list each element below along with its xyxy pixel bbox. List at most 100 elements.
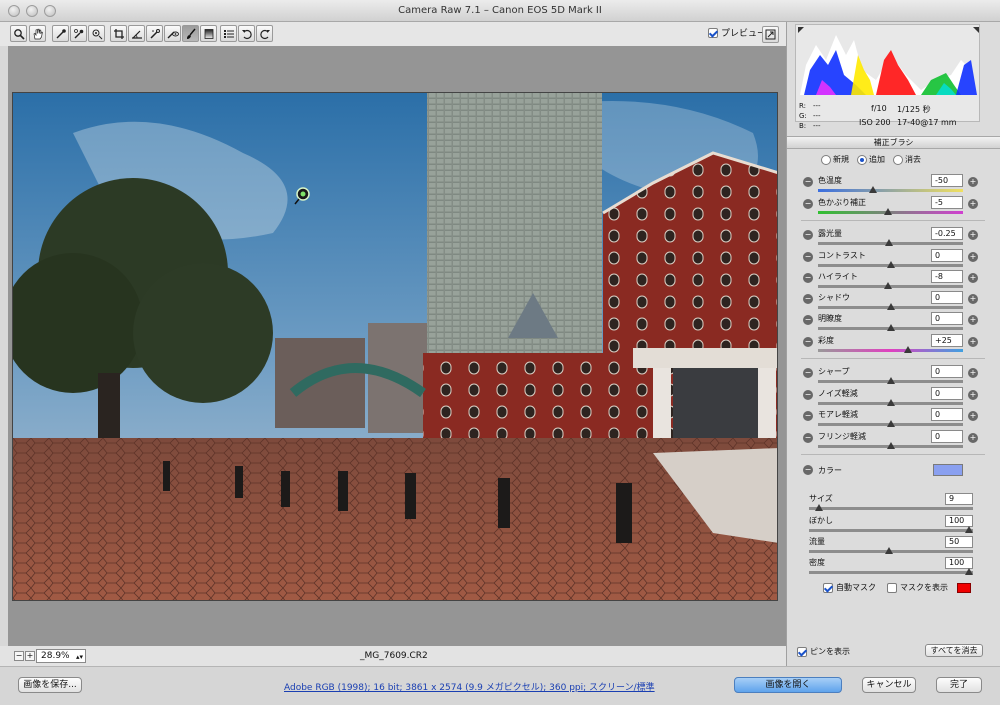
- save-image-button[interactable]: 画像を保存...: [18, 677, 82, 693]
- preferences-tool[interactable]: [220, 25, 237, 42]
- zoom-in-button[interactable]: +: [25, 651, 35, 661]
- close-window-icon[interactable]: [8, 5, 20, 17]
- slider-value-field[interactable]: 0: [931, 365, 963, 378]
- slider-minus-button[interactable]: −: [803, 337, 813, 347]
- slider-knob[interactable]: [883, 208, 892, 215]
- crop-tool[interactable]: [110, 25, 127, 42]
- adjustment-pin[interactable]: [296, 186, 308, 198]
- slider-minus-button[interactable]: −: [803, 273, 813, 283]
- slider-track[interactable]: [818, 349, 963, 352]
- brush-setting-track[interactable]: [809, 507, 973, 510]
- slider-value-field[interactable]: -8: [931, 270, 963, 283]
- slider-value-field[interactable]: +25: [931, 334, 963, 347]
- rotate-ccw-tool[interactable]: [238, 25, 255, 42]
- slider-value-field[interactable]: 0: [931, 387, 963, 400]
- target-adjust-tool[interactable]: [88, 25, 105, 42]
- rotate-cw-tool[interactable]: [256, 25, 273, 42]
- slider-knob[interactable]: [869, 186, 878, 193]
- slider-knob[interactable]: [883, 282, 892, 289]
- slider-minus-button[interactable]: −: [803, 252, 813, 262]
- brush-setting-value[interactable]: 50: [945, 536, 973, 548]
- slider-value-field[interactable]: 0: [931, 430, 963, 443]
- preview-checkbox[interactable]: [708, 27, 718, 38]
- slider-value-field[interactable]: 0: [931, 408, 963, 421]
- slider-plus-button[interactable]: +: [968, 230, 978, 240]
- slider-knob[interactable]: [886, 377, 895, 384]
- slider-plus-button[interactable]: +: [968, 390, 978, 400]
- color-minus-button[interactable]: −: [803, 465, 813, 475]
- radio-add[interactable]: [857, 154, 867, 165]
- slider-plus-button[interactable]: +: [968, 294, 978, 304]
- white-balance-tool[interactable]: [52, 25, 69, 42]
- photo-preview[interactable]: [12, 92, 778, 601]
- slider-minus-button[interactable]: −: [803, 368, 813, 378]
- cancel-button[interactable]: キャンセル: [862, 677, 916, 693]
- slider-plus-button[interactable]: +: [968, 252, 978, 262]
- slider-plus-button[interactable]: +: [968, 199, 978, 209]
- color-sampler-tool[interactable]: [70, 25, 87, 42]
- slider-knob[interactable]: [886, 303, 895, 310]
- slider-plus-button[interactable]: +: [968, 273, 978, 283]
- brush-setting-track[interactable]: [809, 571, 973, 574]
- slider-minus-button[interactable]: −: [803, 315, 813, 325]
- color-swatch[interactable]: [933, 464, 963, 476]
- radio-erase[interactable]: [893, 154, 903, 165]
- red-eye-tool[interactable]: [164, 25, 181, 42]
- slider-minus-button[interactable]: −: [803, 199, 813, 209]
- slider-plus-button[interactable]: +: [968, 177, 978, 187]
- straighten-tool[interactable]: [128, 25, 145, 42]
- slider-plus-button[interactable]: +: [968, 368, 978, 378]
- brush-setting-knob[interactable]: [965, 568, 973, 575]
- brush-setting-track[interactable]: [809, 529, 973, 532]
- mask-color-swatch[interactable]: [957, 582, 971, 593]
- zoom-window-icon[interactable]: [44, 5, 56, 17]
- mode-erase[interactable]: 消去: [893, 154, 921, 165]
- mode-add[interactable]: 追加: [857, 154, 885, 165]
- slider-knob[interactable]: [886, 324, 895, 331]
- slider-plus-button[interactable]: +: [968, 411, 978, 421]
- fullscreen-button[interactable]: [762, 26, 779, 43]
- slider-track[interactable]: [818, 189, 963, 192]
- slider-value-field[interactable]: -0.25: [931, 227, 963, 240]
- slider-minus-button[interactable]: −: [803, 411, 813, 421]
- slider-minus-button[interactable]: −: [803, 294, 813, 304]
- spot-removal-tool[interactable]: [146, 25, 163, 42]
- brush-setting-knob[interactable]: [814, 504, 823, 511]
- hand-tool[interactable]: [29, 25, 46, 42]
- brush-setting-knob[interactable]: [885, 547, 893, 554]
- slider-knob[interactable]: [903, 346, 912, 353]
- auto-mask-checkbox[interactable]: [823, 582, 833, 593]
- graduated-filter-tool[interactable]: [200, 25, 217, 42]
- mode-new[interactable]: 新規: [821, 154, 849, 165]
- open-image-button[interactable]: 画像を開く: [734, 677, 842, 693]
- radio-new[interactable]: [821, 154, 831, 165]
- slider-plus-button[interactable]: +: [968, 433, 978, 443]
- slider-value-field[interactable]: 0: [931, 249, 963, 262]
- slider-knob[interactable]: [886, 399, 895, 406]
- slider-value-field[interactable]: 0: [931, 312, 963, 325]
- zoom-out-button[interactable]: −: [14, 651, 24, 661]
- slider-knob[interactable]: [886, 261, 895, 268]
- brush-setting-value[interactable]: 9: [945, 493, 973, 505]
- workflow-options-link[interactable]: Adobe RGB (1998); 16 bit; 3861 x 2574 (9…: [284, 680, 655, 693]
- brush-setting-knob[interactable]: [965, 526, 973, 533]
- slider-knob[interactable]: [886, 442, 895, 449]
- slider-knob[interactable]: [885, 239, 894, 246]
- slider-minus-button[interactable]: −: [803, 433, 813, 443]
- slider-minus-button[interactable]: −: [803, 177, 813, 187]
- slider-plus-button[interactable]: +: [968, 315, 978, 325]
- show-mask-checkbox[interactable]: [887, 582, 897, 593]
- slider-knob[interactable]: [886, 420, 895, 427]
- clear-all-button[interactable]: すべてを消去: [925, 644, 983, 657]
- zoom-tool[interactable]: [10, 25, 27, 42]
- slider-minus-button[interactable]: −: [803, 390, 813, 400]
- minimize-window-icon[interactable]: [26, 5, 38, 17]
- slider-value-field[interactable]: 0: [931, 291, 963, 304]
- slider-minus-button[interactable]: −: [803, 230, 813, 240]
- slider-value-field[interactable]: -50: [931, 174, 963, 187]
- zoom-select[interactable]: 28.9% ▴▾: [36, 649, 86, 663]
- done-button[interactable]: 完了: [936, 677, 982, 693]
- show-pins-checkbox[interactable]: [797, 646, 807, 657]
- slider-plus-button[interactable]: +: [968, 337, 978, 347]
- preview-toggle[interactable]: プレビュー: [708, 26, 766, 39]
